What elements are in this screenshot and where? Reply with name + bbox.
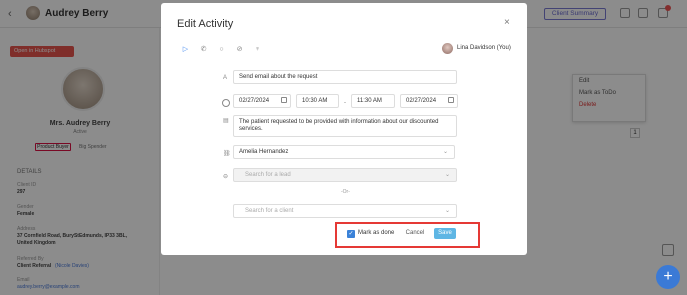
time-separator: -	[344, 100, 346, 106]
calendar-icon[interactable]	[662, 244, 674, 256]
mark-as-done-label[interactable]: Mark as done	[358, 230, 394, 236]
chevron-down-icon: ⌄	[444, 208, 450, 214]
trophy-icon[interactable]: ♆	[253, 45, 262, 54]
modal-title: Edit Activity	[177, 18, 234, 30]
assignee-value: Amelia Hernandez	[239, 149, 289, 155]
chevron-down-icon: ⌄	[444, 172, 450, 178]
owner-avatar	[442, 43, 453, 54]
cancel-button[interactable]: Cancel	[401, 228, 429, 239]
mark-as-done-checkbox[interactable]: ✓	[347, 230, 355, 238]
owner-name[interactable]: Lina Davidson (You)	[457, 45, 511, 51]
edit-activity-modal: Edit Activity × ▷ ✆ ○ ⊘ ♆ Lina Davidson …	[161, 3, 527, 255]
subject-icon: A	[223, 75, 228, 81]
close-icon[interactable]: ×	[504, 17, 510, 28]
chevron-down-icon: ⌄	[442, 149, 448, 155]
start-date-value: 02/27/2024	[239, 98, 270, 104]
end-time-field[interactable]: 11:30 AM	[351, 94, 395, 108]
start-date-field[interactable]: 02/27/2024	[233, 94, 291, 108]
chat-icon[interactable]: ○	[217, 45, 226, 54]
clock-icon	[222, 99, 230, 107]
or-separator: -Or-	[341, 189, 350, 195]
client-search-placeholder: Search for a client	[245, 208, 294, 214]
activity-type-selector: ▷ ✆ ○ ⊘ ♆	[181, 45, 262, 54]
no-meeting-icon[interactable]: ⊘	[235, 45, 244, 54]
end-date-value: 02/27/2024	[406, 98, 437, 104]
save-button[interactable]: Save	[434, 228, 456, 239]
client-search[interactable]: Search for a client ⌄	[233, 204, 457, 218]
start-time-field[interactable]: 10:30 AM	[296, 94, 339, 108]
subject-field[interactable]: Send email about the request	[233, 70, 457, 84]
send-icon[interactable]: ▷	[181, 45, 190, 54]
add-button[interactable]: +	[656, 265, 680, 289]
end-date-field[interactable]: 02/27/2024	[400, 94, 458, 108]
calendar-icon	[448, 97, 454, 103]
notes-field[interactable]: The patient requested to be provided wit…	[233, 115, 457, 137]
calendar-icon	[281, 97, 287, 103]
lead-search-placeholder: Search for a lead	[245, 172, 291, 178]
assignee-icon: ⛓	[223, 151, 231, 157]
lead-search[interactable]: Search for a lead ⌄	[233, 168, 457, 182]
phone-icon[interactable]: ✆	[199, 45, 208, 54]
link-icon: ⊖	[223, 174, 229, 180]
notes-icon: ▤	[223, 118, 229, 124]
assignee-select[interactable]: Amelia Hernandez ⌄	[233, 145, 455, 159]
